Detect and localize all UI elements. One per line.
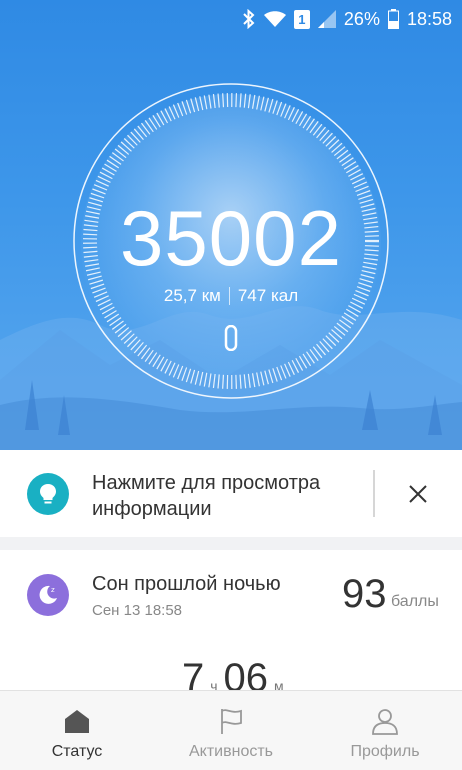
bluetooth-icon (242, 9, 256, 29)
tab-activity[interactable]: Активность (154, 691, 308, 770)
lightbulb-icon (27, 473, 69, 515)
svg-text:z: z (51, 586, 55, 594)
step-count: 35002 (120, 194, 342, 282)
distance-calories: 25,7 км 747 кал (0, 286, 462, 306)
calories-unit: кал (270, 286, 299, 305)
sleep-title: Сон прошлой ночью (92, 573, 281, 595)
distance-value: 25,7 (163, 286, 197, 305)
clock: 18:58 (406, 8, 452, 29)
sleep-card[interactable]: z Сон прошлой ночью Сен 13 18:58 93 балл… (0, 550, 462, 695)
battery-percent: 26% (343, 8, 380, 29)
fitness-band-icon (224, 325, 238, 351)
person-icon (372, 709, 398, 735)
moon-icon: z (27, 574, 69, 616)
calories-value: 747 (237, 286, 267, 305)
flag-icon (221, 709, 242, 734)
divider (228, 287, 230, 305)
close-icon[interactable] (403, 479, 433, 509)
home-icon (65, 710, 89, 733)
steps-hero[interactable]: 1 26% 18:58 35002 25,7 км 747 кал (0, 0, 462, 450)
tab-profile-label: Профиль (350, 743, 420, 760)
sleep-score-unit: баллы (391, 593, 439, 610)
tab-activity-label: Активность (188, 743, 273, 760)
info-card[interactable]: Нажмите для просмотра информации (0, 450, 462, 537)
bottom-nav: Статус Активность Профиль (0, 690, 462, 770)
tab-status[interactable]: Статус (0, 691, 154, 770)
divider (373, 470, 375, 517)
tab-profile[interactable]: Профиль (308, 691, 462, 770)
sleep-score: 93 (342, 572, 387, 616)
status-bar: 1 26% 18:58 (0, 0, 462, 38)
info-text: Нажмите для просмотра информации (92, 472, 321, 520)
battery-icon (387, 9, 399, 29)
signal-icon (317, 10, 336, 28)
distance-unit: км (201, 286, 221, 305)
tab-status-label: Статус (51, 743, 103, 760)
sim-icon: 1 (293, 9, 310, 29)
sleep-date: Сен 13 18:58 (92, 602, 183, 619)
wifi-icon (263, 10, 286, 28)
